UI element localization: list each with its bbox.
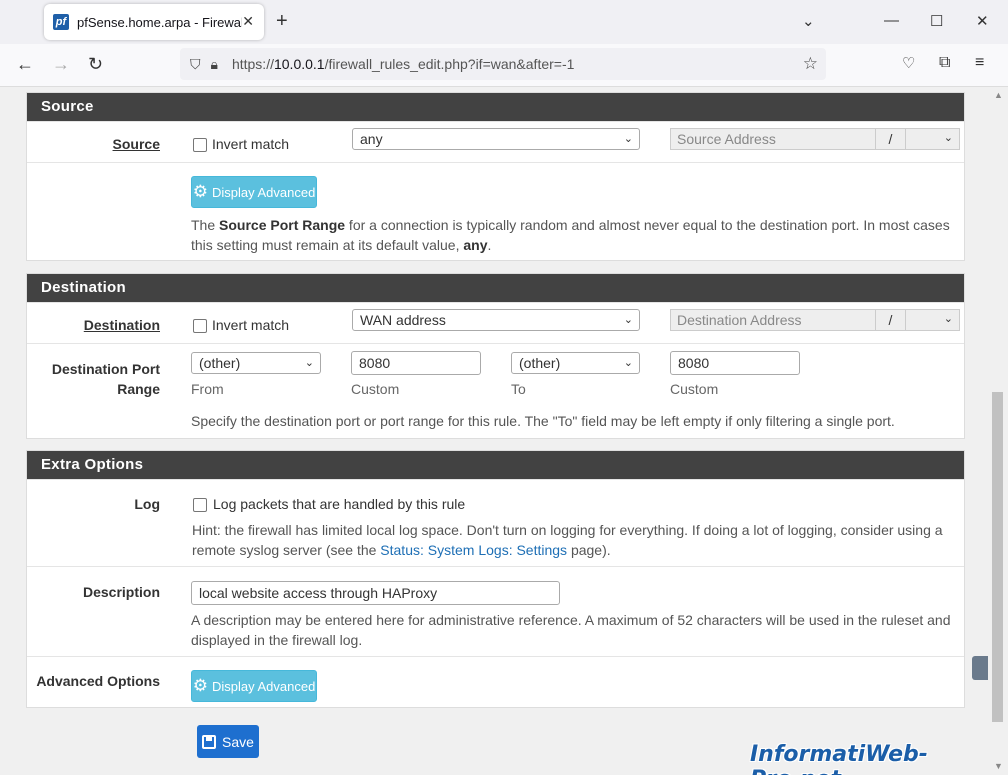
source-advanced-row: ⚙ Display Advanced The Source Port Range … (27, 162, 964, 263)
browser-tab[interactable]: pf pfSense.home.arpa - Firewall: R ✕ (44, 4, 264, 40)
custom-sublabel-from: Custom (351, 381, 400, 397)
log-row: Log Log packets that are handled by this… (27, 479, 964, 566)
advanced-options-display-button[interactable]: ⚙ Display Advanced (191, 670, 317, 702)
scroll-up-icon[interactable]: ▲ (994, 90, 1003, 100)
new-tab-icon[interactable]: + (276, 10, 288, 33)
source-label: Source (112, 136, 160, 152)
log-label: Log (134, 496, 160, 512)
destination-port-help: Specify the destination port or port ran… (191, 413, 895, 429)
destination-port-from-select[interactable]: (other) ⌄ (191, 352, 321, 374)
browser-tab-bar: pf pfSense.home.arpa - Firewall: R ✕ + ⌄… (0, 0, 1008, 44)
close-window-icon[interactable]: ✕ (976, 12, 989, 30)
reload-icon[interactable]: ↻ (88, 54, 103, 75)
save-button[interactable]: Save (197, 725, 259, 758)
scroll-down-icon[interactable]: ▼ (994, 761, 1003, 771)
url-text[interactable]: https://10.0.0.1/firewall_rules_edit.php… (232, 56, 574, 72)
lock-icon[interactable]: 🔒︎ (211, 56, 218, 73)
browser-nav-bar: ← → ↻ ⛉ 🔒︎ https://10.0.0.1/firewall_rul… (0, 44, 1008, 87)
destination-port-to-custom-input[interactable]: 8080 (670, 351, 800, 375)
source-address-input[interactable]: Source Address (670, 128, 876, 150)
list-tabs-chevron-icon[interactable]: ⌄ (802, 12, 815, 30)
watermark-logo: InformatiWeb-Pro.net (750, 742, 928, 775)
source-row: Source Invert match any ⌄ Source Address … (27, 121, 964, 162)
destination-address-input[interactable]: Destination Address (670, 309, 876, 331)
destination-panel: Destination Destination Invert match WAN… (26, 273, 965, 439)
system-logs-settings-link[interactable]: Status: System Logs: Settings (380, 542, 567, 558)
minimize-icon[interactable]: — (884, 12, 899, 29)
bookmark-star-icon[interactable]: ☆ (803, 54, 818, 74)
source-type-select[interactable]: any ⌄ (352, 128, 640, 150)
scrollbar-thumb[interactable] (992, 392, 1003, 722)
pocket-icon[interactable]: ♡ (902, 54, 915, 72)
source-port-help: The Source Port Range for a connection i… (191, 217, 950, 253)
destination-address-group: Destination Address / ⌄ (670, 309, 960, 331)
destination-invert-checkbox[interactable] (193, 319, 207, 333)
description-row: Description local website access through… (27, 566, 964, 656)
destination-row: Destination Invert match WAN address ⌄ De… (27, 302, 964, 343)
extra-options-panel: Extra Options Log Log packets that are h… (26, 450, 965, 708)
page-scrollbar[interactable]: ▲ ▼ (988, 87, 1008, 775)
advanced-options-row: Advanced Options ⚙ Display Advanced (27, 656, 964, 709)
save-icon (202, 734, 217, 749)
source-address-group: Source Address / ⌄ (670, 128, 960, 150)
destination-port-row: Destination Port Range (other) ⌄ 8080 (oth… (27, 343, 964, 440)
chevron-down-icon: ⌄ (943, 313, 953, 325)
log-checkbox[interactable] (193, 498, 207, 512)
advanced-options-label: Advanced Options (36, 673, 160, 689)
chevron-down-icon: ⌄ (623, 314, 633, 326)
pfsense-favicon-icon: pf (53, 14, 69, 30)
description-help: A description may be entered here for ad… (191, 612, 951, 648)
chevron-down-icon: ⌄ (943, 132, 953, 144)
extensions-icon[interactable]: ⧉ (939, 54, 950, 72)
address-bar[interactable]: ⛉ 🔒︎ https://10.0.0.1/firewall_rules_edi… (180, 48, 826, 80)
page-content: Source Source Invert match any ⌄ Source A… (0, 87, 988, 775)
gear-icon: ⚙ (192, 182, 208, 201)
description-label: Description (82, 584, 160, 600)
destination-type-select[interactable]: WAN address ⌄ (352, 309, 640, 331)
destination-label: Destination (83, 317, 160, 333)
menu-icon[interactable]: ≡ (975, 54, 984, 72)
tab-title: pfSense.home.arpa - Firewall: R (77, 14, 242, 30)
description-input[interactable]: local website access through HAProxy (191, 581, 560, 605)
maximize-icon[interactable]: ☐ (930, 12, 943, 30)
destination-invert-label: Invert match (212, 317, 290, 333)
back-icon[interactable]: ← (16, 54, 34, 75)
destination-mask-select[interactable]: ⌄ (906, 309, 960, 331)
destination-port-to-select[interactable]: (other) ⌄ (511, 352, 640, 374)
source-mask-select[interactable]: ⌄ (906, 128, 960, 150)
log-checkbox-label: Log packets that are handled by this rul… (213, 496, 466, 512)
source-slash: / (876, 128, 906, 150)
extra-options-header: Extra Options (27, 451, 964, 479)
destination-port-from-custom-input[interactable]: 8080 (351, 351, 481, 375)
to-sublabel: To (511, 381, 526, 397)
chevron-down-icon: ⌄ (623, 357, 633, 369)
custom-sublabel-to: Custom (670, 381, 719, 397)
source-display-advanced-button[interactable]: ⚙ Display Advanced (191, 176, 317, 208)
source-header: Source (27, 93, 964, 121)
from-sublabel: From (191, 381, 224, 397)
destination-header: Destination (27, 274, 964, 302)
source-panel: Source Source Invert match any ⌄ Source A… (26, 92, 965, 261)
source-invert-checkbox[interactable] (193, 138, 207, 152)
chevron-down-icon: ⌄ (304, 357, 314, 369)
forward-icon[interactable]: → (52, 54, 70, 75)
destination-slash: / (876, 309, 906, 331)
chevron-down-icon: ⌄ (623, 133, 633, 145)
shield-icon[interactable]: ⛉ (190, 56, 201, 73)
gear-icon: ⚙ (192, 676, 208, 695)
log-hint: Hint: the firewall has limited local log… (192, 522, 943, 558)
destination-port-label: Destination Port Range (51, 361, 160, 397)
source-invert-label: Invert match (212, 136, 290, 152)
close-tab-icon[interactable]: ✕ (242, 13, 254, 30)
